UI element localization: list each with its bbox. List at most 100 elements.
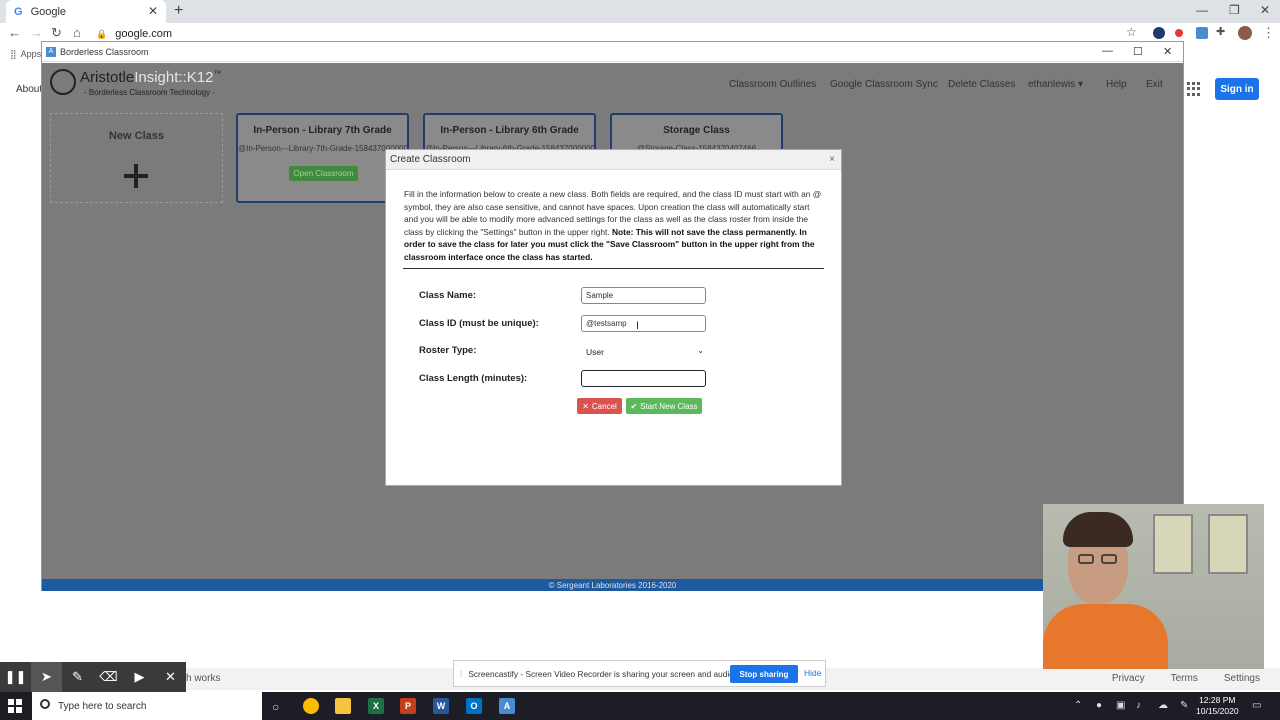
- pen-tool-icon[interactable]: ✎: [62, 662, 93, 692]
- back-icon[interactable]: ←: [8, 25, 21, 40]
- plus-icon[interactable]: [124, 164, 148, 188]
- footer-how-search-works[interactable]: h works: [186, 673, 220, 684]
- chevron-down-icon: ⌄: [697, 346, 704, 355]
- hide-link[interactable]: Hide: [804, 668, 821, 678]
- word-icon[interactable]: W: [433, 698, 449, 714]
- aristotle-taskbar-icon[interactable]: A: [499, 698, 515, 714]
- close-window-icon[interactable]: ✕: [1260, 3, 1270, 17]
- profile-avatar[interactable]: [1238, 26, 1252, 40]
- search-icon: [40, 699, 50, 709]
- webcam-overlay[interactable]: [1043, 504, 1264, 669]
- app-icon: A: [46, 46, 56, 57]
- close-toolbar-icon[interactable]: ✕: [155, 662, 186, 692]
- class-card-id: @In-Person---Library-7th-Grade-158437000…: [238, 144, 409, 153]
- google-sign-in-button[interactable]: Sign in: [1215, 78, 1259, 100]
- restore-icon[interactable]: ❐: [1229, 3, 1240, 17]
- file-explorer-icon[interactable]: [335, 698, 351, 714]
- logo-trademark: ™: [213, 69, 222, 78]
- minimize-icon[interactable]: —: [1196, 3, 1208, 17]
- create-classroom-dialog: Create Classroom × Fill in the informati…: [385, 149, 842, 486]
- app-close-icon[interactable]: ✕: [1163, 45, 1172, 58]
- close-tab-icon[interactable]: ✕: [148, 4, 158, 18]
- browser-menu-icon[interactable]: ⋮: [1262, 25, 1275, 41]
- excel-icon[interactable]: X: [368, 698, 384, 714]
- tab-google[interactable]: G Google ✕: [6, 0, 166, 23]
- microphone-icon[interactable]: ●: [1096, 700, 1102, 711]
- class-card-title: In-Person - Library 7th Grade: [253, 125, 392, 136]
- footer-terms-link[interactable]: Terms: [1171, 673, 1198, 684]
- eraser-tool-icon[interactable]: ⌫: [93, 662, 124, 692]
- bookmarks-bar: ⣿ Apps: [0, 45, 41, 63]
- chrome-taskbar-icon[interactable]: [303, 698, 319, 714]
- divider: [403, 268, 824, 269]
- cancel-button[interactable]: ✕ Cancel: [577, 398, 622, 414]
- powerpoint-icon[interactable]: P: [400, 698, 416, 714]
- class-card-title: In-Person - Library 6th Grade: [440, 125, 579, 136]
- footer-privacy-link[interactable]: Privacy: [1112, 673, 1145, 684]
- notifications-icon[interactable]: ▭: [1252, 700, 1261, 711]
- start-new-class-button[interactable]: ✔ Start New Class: [626, 398, 702, 414]
- clock-time: 12:28 PM: [1199, 695, 1236, 705]
- forward-icon[interactable]: →: [30, 25, 43, 40]
- nav-google-classroom-sync[interactable]: Google Classroom Sync: [830, 79, 938, 90]
- google-apps-icon[interactable]: [1187, 82, 1201, 96]
- logo-word-aristotle: Aristotle: [80, 69, 135, 86]
- app-maximize-icon[interactable]: ☐: [1133, 45, 1143, 58]
- class-card-title: Storage Class: [663, 125, 730, 136]
- new-tab-icon[interactable]: +: [174, 2, 183, 20]
- class-name-input[interactable]: Sample: [581, 287, 706, 304]
- taskbar-clock[interactable]: 12:28 PM 10/15/2020: [1196, 695, 1239, 717]
- nav-help[interactable]: Help: [1106, 79, 1127, 90]
- cortana-icon[interactable]: ○: [272, 700, 279, 714]
- url-text: google.com: [115, 28, 173, 40]
- class-card[interactable]: In-Person - Library 7th Grade @In-Person…: [236, 113, 409, 203]
- tray-chevron-icon[interactable]: ⌃: [1074, 700, 1082, 711]
- pointer-tool-icon[interactable]: ➤: [31, 662, 62, 692]
- logo-icon: [50, 69, 76, 95]
- app-header: AristotleInsight::K12™ - Borderless Clas…: [42, 63, 1183, 111]
- outlook-icon[interactable]: O: [466, 698, 482, 714]
- x-icon: ✕: [582, 401, 589, 411]
- drag-handle-icon[interactable]: ⁞: [460, 669, 462, 679]
- tray-app-icon[interactable]: ▣: [1116, 700, 1125, 711]
- class-length-input[interactable]: [581, 370, 706, 387]
- extension-record-icon[interactable]: [1175, 29, 1183, 37]
- extensions-puzzle-icon[interactable]: ✚: [1216, 25, 1225, 38]
- logo-word-insight: Insight::K12: [134, 69, 214, 86]
- logo-title: AristotleInsight::K12™: [80, 69, 221, 86]
- nav-exit[interactable]: Exit: [1146, 79, 1163, 90]
- google-about-link[interactable]: About: [16, 84, 42, 95]
- windows-start-icon[interactable]: [8, 699, 22, 713]
- roster-type-select[interactable]: User ⌄: [581, 343, 706, 360]
- pause-icon[interactable]: ❚❚: [0, 662, 31, 692]
- new-class-card[interactable]: New Class: [50, 113, 223, 203]
- footer-settings-link[interactable]: Settings: [1224, 673, 1260, 684]
- onedrive-icon[interactable]: ☁: [1158, 700, 1168, 711]
- apps-grid-icon[interactable]: ⣿: [10, 49, 17, 60]
- volume-icon[interactable]: ♪: [1136, 700, 1141, 711]
- taskbar-search[interactable]: Type here to search: [32, 692, 262, 720]
- bookmark-star-icon[interactable]: ☆: [1126, 25, 1137, 39]
- roster-type-label: Roster Type:: [419, 345, 477, 356]
- camera-icon[interactable]: ▶: [124, 662, 155, 692]
- nav-delete-classes[interactable]: Delete Classes: [948, 79, 1015, 90]
- nav-user-menu[interactable]: ethanlewis ▾: [1028, 79, 1083, 90]
- open-classroom-button[interactable]: Open Classroom: [289, 166, 358, 181]
- bookmark-apps[interactable]: Apps: [21, 49, 42, 59]
- stop-sharing-button[interactable]: Stop sharing: [730, 665, 798, 683]
- app-minimize-icon[interactable]: —: [1102, 45, 1113, 57]
- dialog-close-icon[interactable]: ×: [829, 154, 835, 165]
- annotation-toolbar: ❚❚ ➤ ✎ ⌫ ▶ ✕: [0, 662, 186, 692]
- webcam-glasses-right: [1101, 554, 1117, 564]
- pen-workspace-icon[interactable]: ✎: [1180, 700, 1188, 711]
- nav-classroom-outlines[interactable]: Classroom Outlines: [729, 79, 816, 90]
- lock-icon: 🔒: [96, 28, 108, 39]
- webcam-glasses-left: [1078, 554, 1094, 564]
- extension-a-icon[interactable]: [1196, 27, 1208, 39]
- window-titlebar: A Borderless Classroom — ☐ ✕: [42, 42, 1183, 62]
- home-icon[interactable]: ⌂: [73, 25, 81, 40]
- class-id-input[interactable]: @testsamp: [581, 315, 706, 332]
- extension-k-icon[interactable]: [1153, 27, 1165, 39]
- cancel-label: Cancel: [591, 401, 617, 411]
- reload-icon[interactable]: ↻: [51, 25, 62, 41]
